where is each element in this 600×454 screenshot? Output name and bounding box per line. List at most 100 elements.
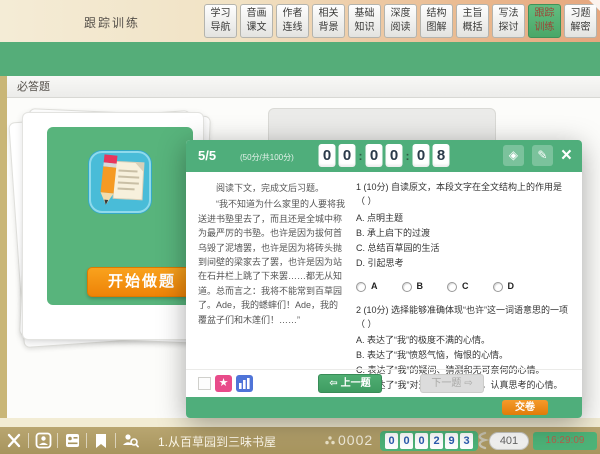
quiz-card-panel: 开始做题 [47,127,193,305]
tab-tracking-training[interactable]: 跟踪 训练 [528,4,561,38]
required-question-bar: 必答题 [7,76,600,98]
quiz-dialog: 5/5 (50分/共100分) 0 0 : 0 0 : 0 8 ◈ ✎ × 阅读… [186,140,582,418]
counter-digit: 9 [445,433,458,449]
dialog-footer: ★ ⇦ 上一题 下一题 ⇨ [186,369,582,397]
previous-question-label: 上一题 [341,378,371,389]
question-1-option-a: A. 点明主题 [356,212,570,226]
timer-digit: 0 [413,144,430,167]
mark-checkbox[interactable] [198,377,211,390]
timer-digit: 0 [386,144,403,167]
answer-option: D [493,280,515,294]
question-2-option-a: A. 表达了“我”的极度不满的心情。 [356,334,570,348]
counter-digit: 2 [430,433,443,449]
users-cluster-icon [325,436,335,445]
radio-label: A [371,280,378,294]
quiz-card: 开始做题 [22,112,204,340]
question-2-option-b: B. 表达了“我”愤怒气恼，悔恨的心情。 [356,349,570,363]
right-arrow-icon: ⇨ [464,378,472,389]
question-2-title: 2 (10分) 选择能够准确体现“也许”这一词语意思的一项（ ） [356,304,570,332]
bookmark-icon[interactable] [90,431,112,451]
favorite-star-icon[interactable]: ★ [215,375,232,392]
dialog-actions: ◈ ✎ × [503,145,572,166]
counter-digit: 3 [460,433,473,449]
question-1-answers: A B C D [356,280,570,294]
question-1-option-b: B. 承上启下的过渡 [356,227,570,241]
submit-button[interactable]: 交卷 [502,400,548,415]
timer-digit: 0 [366,144,383,167]
close-icon[interactable]: × [561,146,572,166]
radio-q1-d[interactable] [493,282,503,292]
top-bar: 跟踪训练 学习 导航 音画 课文 作者 连线 相关 背景 基础 知识 深度 阅读… [0,0,600,42]
tab-study-nav[interactable]: 学习 导航 [204,4,237,38]
score-note: (50分/共100分) [240,152,294,163]
radio-label: C [462,280,469,294]
clock-time: 16:29:09 [533,432,597,450]
answer-option: C [447,280,469,294]
next-question-button[interactable]: 下一题 ⇨ [420,374,484,393]
stats-icon[interactable] [236,375,253,392]
counter-digit: 0 [400,433,413,449]
gem-icon[interactable]: ◈ [503,145,524,166]
pen-icon[interactable]: ✎ [532,145,553,166]
counter-digit: 0 [415,433,428,449]
timer-separator: : [359,149,363,163]
online-count: 0002 [338,432,373,448]
status-bar-icons [3,427,141,454]
timer-digit: 0 [339,144,356,167]
divider [57,433,58,448]
user-search-icon[interactable] [119,431,141,451]
dialog-header: 5/5 (50分/共100分) 0 0 : 0 0 : 0 8 ◈ ✎ × [186,140,582,172]
reading-passage: 阅读下文，完成文后习题。 “我不知道为什么家里的人要将我送进书塾里去了，而且还是… [198,181,346,369]
answer-option: B [402,280,424,294]
dialog-body: 阅读下文，完成文后习题。 “我不知道为什么家里的人要将我送进书塾里去了，而且还是… [186,172,582,369]
tab-basics[interactable]: 基础 知识 [348,4,381,38]
previous-question-button[interactable]: ⇦ 上一题 [318,374,382,393]
lesson-title: 1.从百草园到三味书屋 [158,433,276,450]
clip-icon [475,431,489,451]
radio-label: B [417,280,424,294]
dialog-bottom-strip: 交卷 [186,397,582,418]
answer-option: A [356,280,378,294]
question-panel: 1 (10分) 自读原文，本段文字在全文结构上的作用是（ ） A. 点明主题 B… [356,181,570,369]
profile-card-icon[interactable] [32,431,54,451]
divider [28,433,29,448]
start-quiz-button[interactable]: 开始做题 [87,267,197,297]
tab-bar: 学习 导航 音画 课文 作者 连线 相关 背景 基础 知识 深度 阅读 结构 图… [204,4,597,38]
green-banner [0,42,600,76]
tab-structure[interactable]: 结构 图解 [420,4,453,38]
timer-digit: 8 [433,144,450,167]
pencil-document-icon [87,149,153,215]
tab-deep-reading[interactable]: 深度 阅读 [384,4,417,38]
question-1-option-d: D. 引起思考 [356,257,570,271]
timer-digit: 0 [319,144,336,167]
passage-body: “我不知道为什么家里的人要将我送进书塾里去了，而且还是全城中称为最严厉的书塾。也… [198,197,346,327]
divider [86,433,87,448]
corner-fold-icon [589,0,600,11]
tab-author-link[interactable]: 作者 连线 [276,4,309,38]
divider [115,433,116,448]
question-progress: 5/5 [198,148,216,163]
passage-intro: 阅读下文，完成文后习题。 [198,181,346,195]
page-title: 跟踪训练 [84,14,140,31]
question-1-option-c: C. 总结百草园的生活 [356,242,570,256]
id-card-icon[interactable] [61,431,83,451]
tab-main-idea[interactable]: 主旨 概括 [456,4,489,38]
radio-q1-a[interactable] [356,282,366,292]
score-counter: 0 0 0 2 9 3 [380,431,478,451]
tab-audio-text[interactable]: 音画 课文 [240,4,273,38]
question-1-title: 1 (10分) 自读原文，本段文字在全文结构上的作用是（ ） [356,181,570,209]
room-number-badge: 401 [489,432,529,450]
radio-q1-b[interactable] [402,282,412,292]
radio-label: D [508,280,515,294]
status-bar: 1.从百草园到三味书屋 0002 0 0 0 2 9 3 401 16:29:0… [0,427,600,454]
tools-icon[interactable] [3,431,25,451]
tab-background[interactable]: 相关 背景 [312,4,345,38]
tab-writing-style[interactable]: 写法 探讨 [492,4,525,38]
counter-digit: 0 [385,433,398,449]
radio-q1-c[interactable] [447,282,457,292]
app-window: 跟踪训练 学习 导航 音画 课文 作者 连线 相关 背景 基础 知识 深度 阅读… [0,0,600,454]
bottom-gap [0,418,600,427]
next-question-label: 下一题 [431,378,461,389]
quiz-timer: 0 0 : 0 0 : 0 8 [319,144,450,167]
timer-separator: : [406,149,410,163]
